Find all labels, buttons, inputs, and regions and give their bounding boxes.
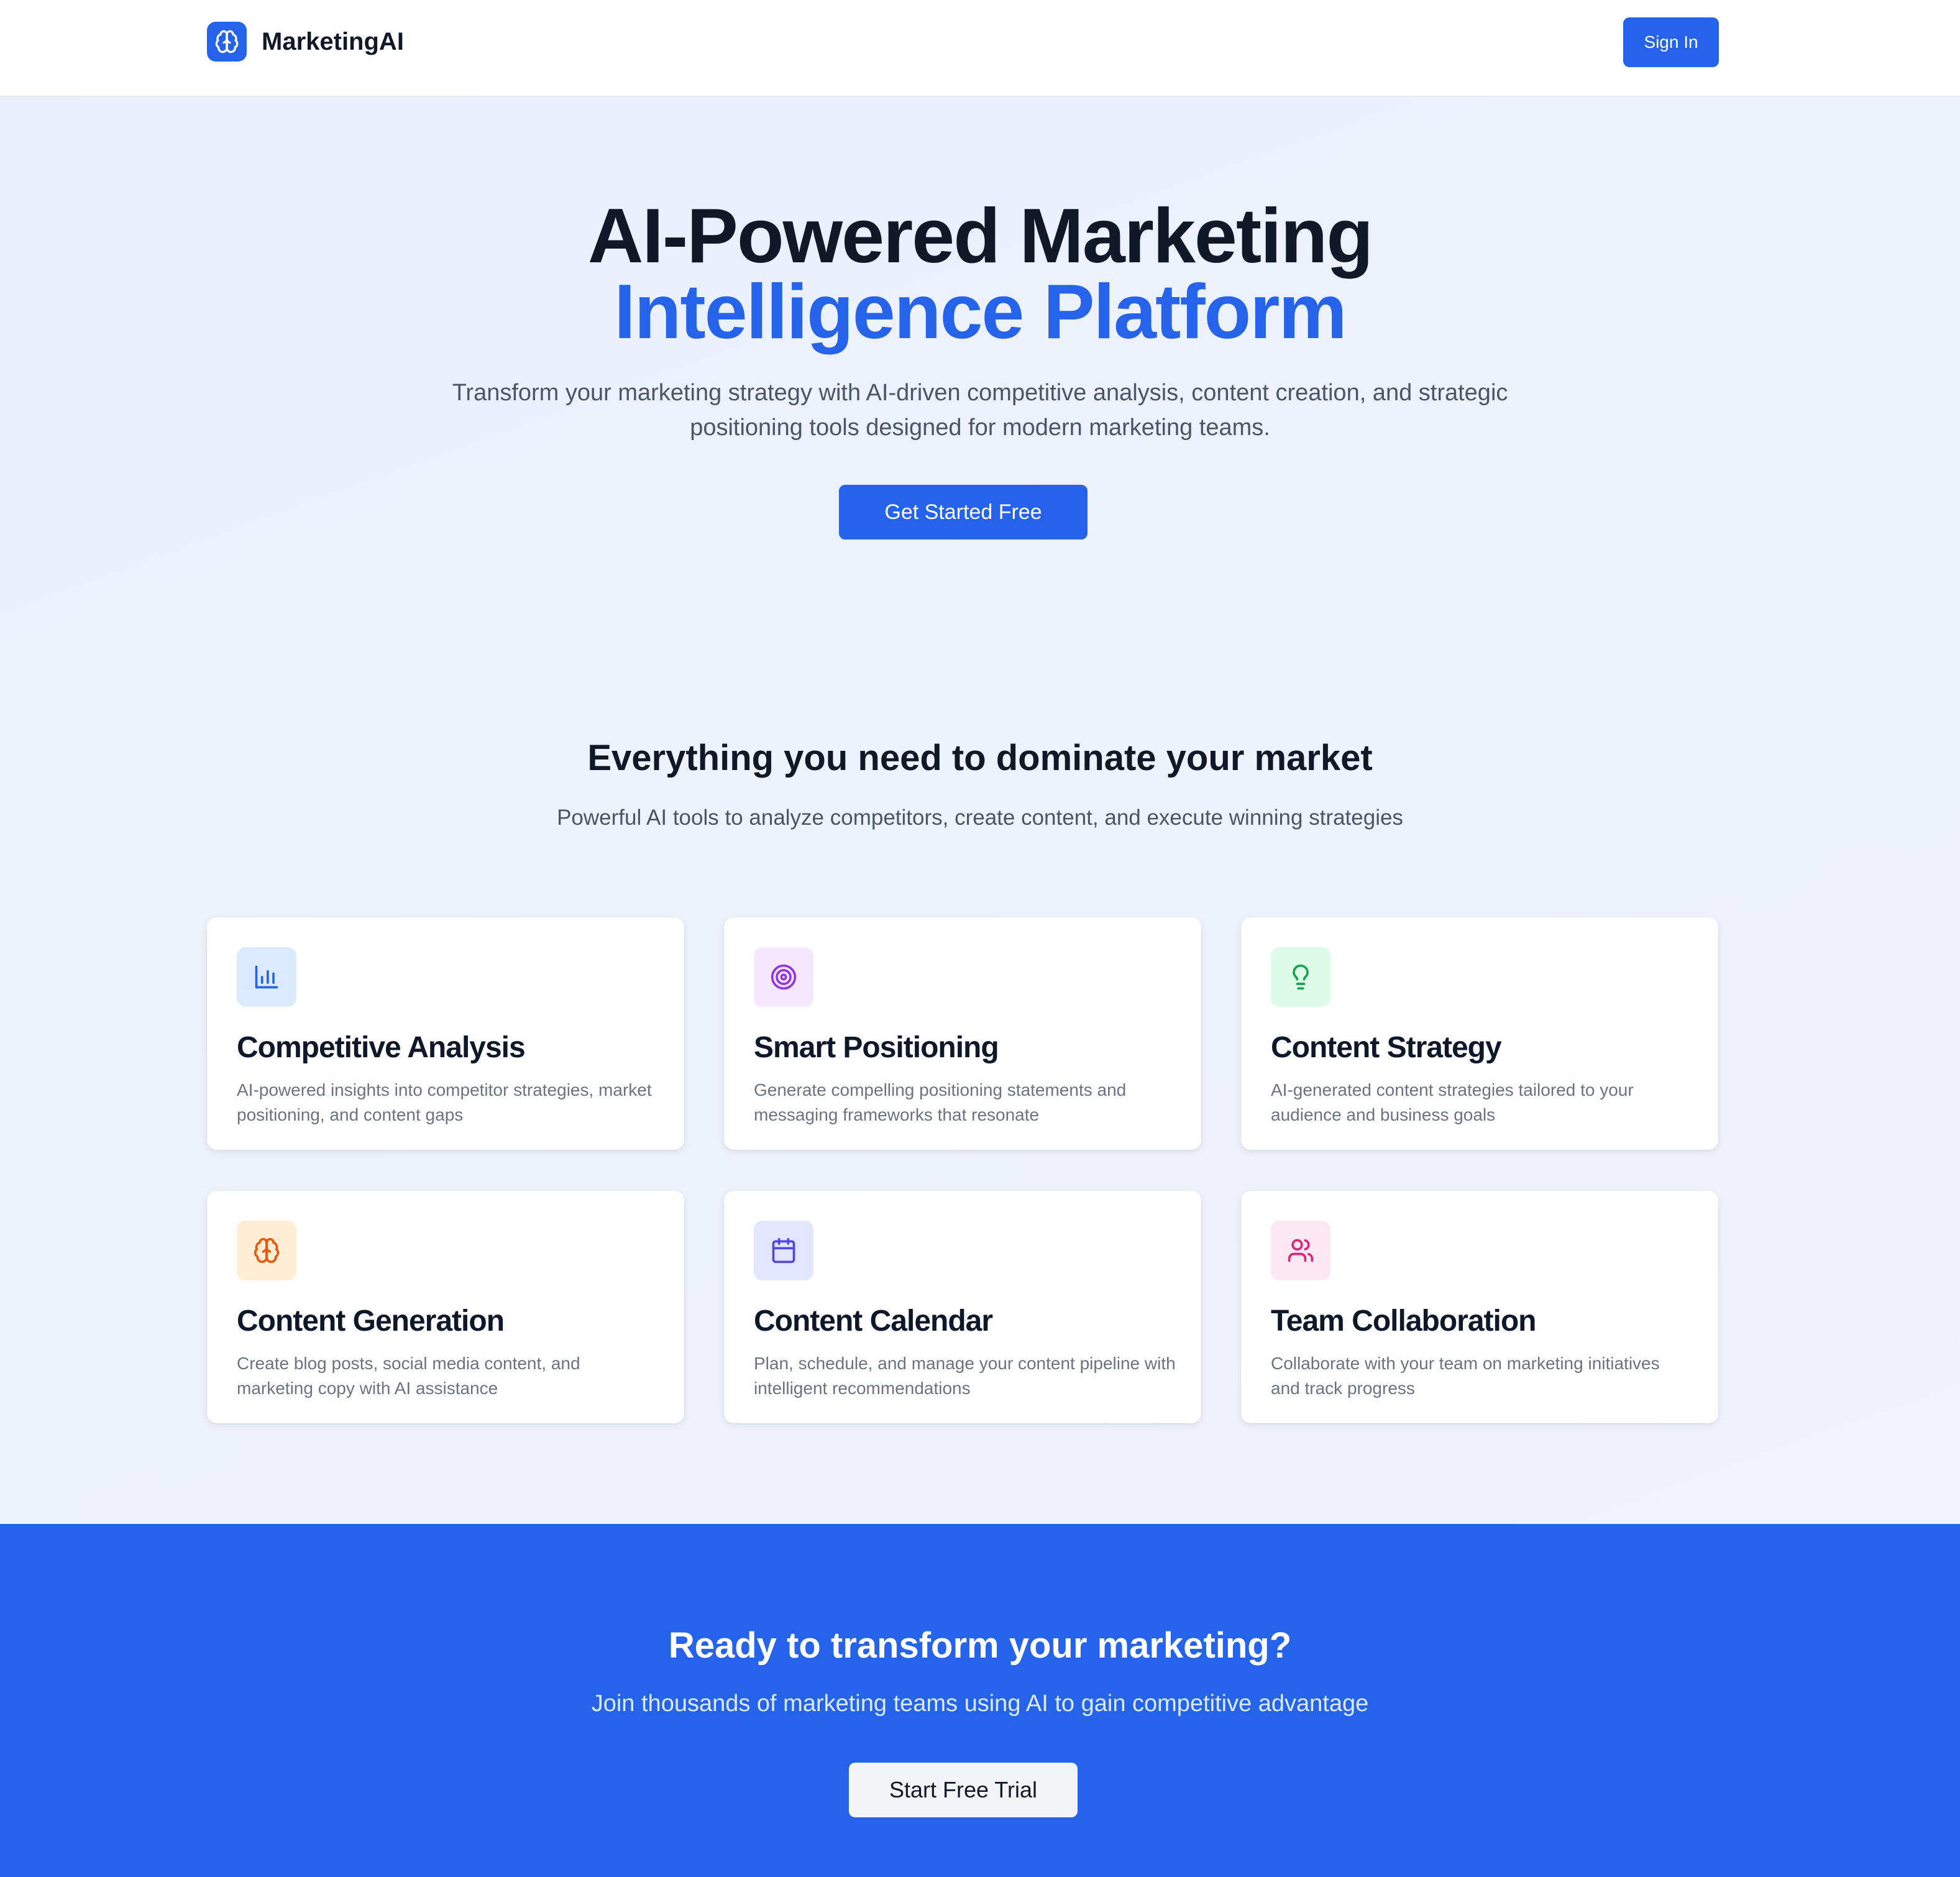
cta-section: Ready to transform your marketing? Join … [0,1524,1960,1877]
feature-card-description: Collaborate with your team on marketing … [1271,1354,1660,1398]
feature-card-title: Content Strategy [1271,1031,1502,1064]
features-subtitle: Powerful AI tools to analyze competitors… [557,805,1403,830]
brand-logo[interactable]: MarketingAI [207,22,404,62]
hero-title-line-2: Intelligence Platform [614,269,1347,355]
feature-card-content-generation: Content Generation Create blog posts, so… [207,1191,684,1423]
hero-title-line-1: AI-Powered Marketing [587,193,1373,279]
hero-subtitle: Transform your marketing strategy with A… [452,380,1508,441]
get-started-button[interactable]: Get Started Free [839,485,1088,539]
features-title: Everything you need to dominate your mar… [587,738,1373,778]
calendar-icon [754,1221,813,1280]
bar-chart-icon [237,947,296,1007]
brain-icon [207,22,247,62]
lightbulb-icon [1271,947,1330,1007]
target-icon [754,947,813,1007]
feature-card-smart-positioning: Smart Positioning Generate compelling po… [724,917,1201,1150]
brand-name: MarketingAI [262,27,404,55]
cta-subtitle: Join thousands of marketing teams using … [591,1691,1369,1717]
start-free-trial-button[interactable]: Start Free Trial [849,1763,1078,1817]
sign-in-button[interactable]: Sign In [1623,17,1719,67]
feature-card-title: Content Calendar [754,1305,993,1338]
feature-card-title: Content Generation [237,1305,505,1338]
feature-card-description: AI-powered insights into competitor stra… [237,1080,652,1124]
feature-card-content-strategy: Content Strategy AI-generated content st… [1241,917,1718,1150]
feature-card-content-calendar: Content Calendar Plan, schedule, and man… [724,1191,1201,1423]
feature-card-title: Smart Positioning [754,1031,999,1064]
brain-icon [237,1221,296,1280]
feature-card-competitive-analysis: Competitive Analysis AI-powered insights… [207,917,684,1150]
feature-card-description: Create blog posts, social media content,… [237,1354,580,1398]
users-icon [1271,1221,1330,1280]
feature-card-title: Team Collaboration [1271,1305,1536,1338]
feature-card-title: Competitive Analysis [237,1031,526,1064]
cta-title: Ready to transform your marketing? [668,1625,1292,1666]
feature-card-description: AI-generated content strategies tailored… [1271,1080,1634,1124]
feature-card-description: Plan, schedule, and manage your content … [754,1354,1176,1398]
feature-card-description: Generate compelling positioning statemen… [754,1080,1127,1124]
top-navigation-bar: MarketingAI Sign In [0,0,1960,97]
feature-card-team-collaboration: Team Collaboration Collaborate with your… [1241,1191,1718,1423]
